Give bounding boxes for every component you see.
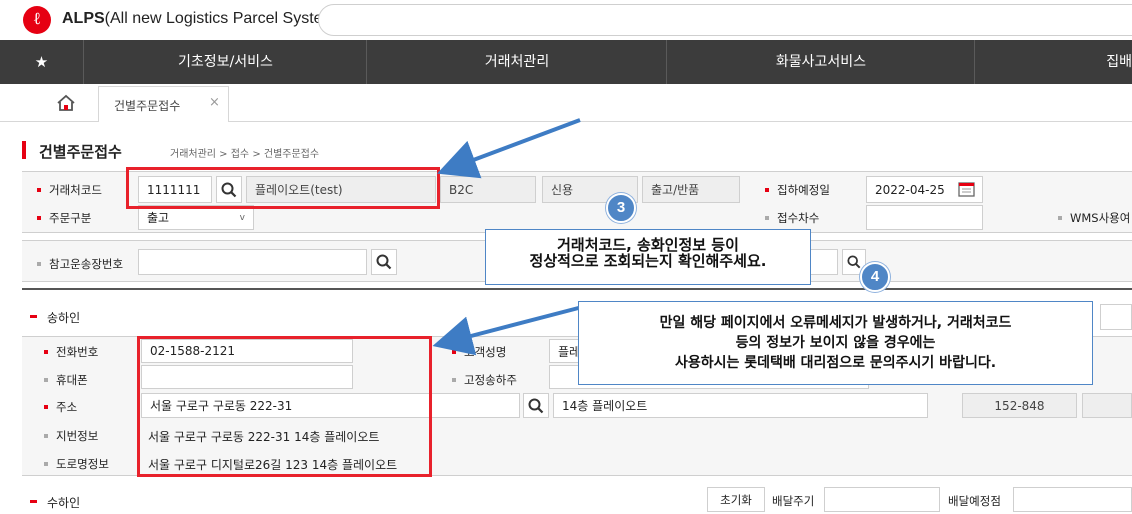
callout-3-line-2: 정상적으로 조회되는지 확인해주세요. (529, 252, 767, 270)
arrow-to-sender-info (432, 303, 591, 356)
callout-4-line-2: 등의 정보가 보이지 않을 경우에는 (735, 335, 936, 351)
callout-verify-info: 거래처코드, 송화인정보 등이 정상적으로 조회되는지 확인해주세요. (485, 229, 811, 285)
callout-3-line-1: 거래처코드, 송화인정보 등이 (557, 236, 739, 254)
callout-contact-agency: 만일 해당 페이지에서 오류메세지가 발생하거나, 거래처코드 등의 정보가 보… (578, 301, 1093, 385)
step-4-badge: 4 (860, 262, 890, 292)
callout-4-line-1: 만일 해당 페이지에서 오류메세지가 발생하거나, 거래처코드 (659, 315, 1012, 331)
step-3-badge: 3 (606, 193, 636, 223)
arrow-to-client-code (437, 118, 581, 179)
callout-4-line-3: 사용하시는 롯데택배 대리점으로 문의주시기 바랍니다. (674, 355, 997, 371)
